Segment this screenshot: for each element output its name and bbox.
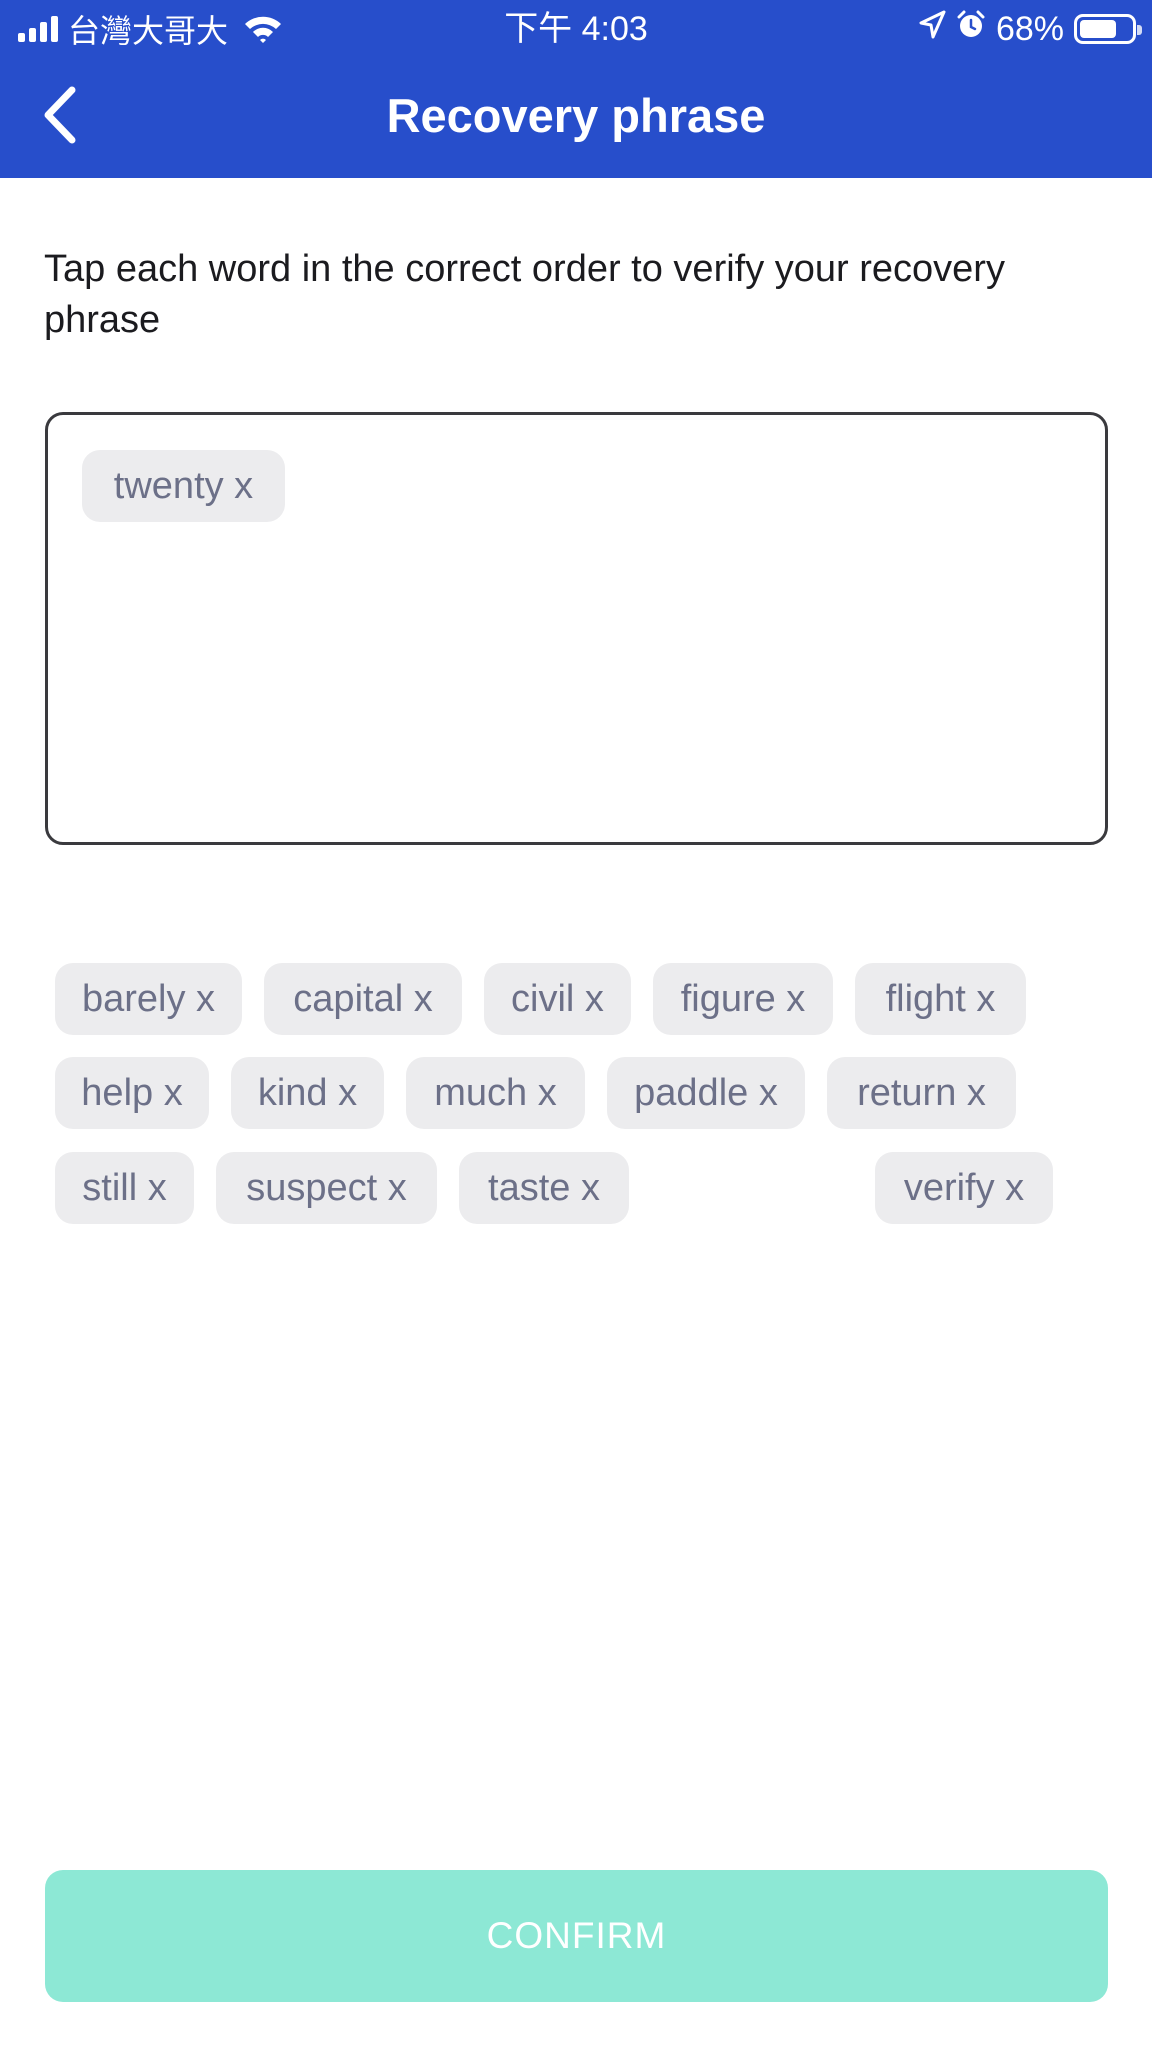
location-arrow-icon (918, 10, 946, 49)
word-chip[interactable]: still x (55, 1152, 194, 1224)
instructions-text: Tap each word in the correct order to ve… (44, 248, 1005, 341)
battery-icon (1074, 14, 1142, 44)
status-right: 68% (918, 8, 1142, 50)
confirm-button[interactable]: CONFIRM (45, 1870, 1108, 2002)
word-chip[interactable]: verify x (875, 1152, 1053, 1224)
alarm-icon (956, 10, 986, 49)
battery-percent: 68% (995, 9, 1064, 48)
page-title: Recovery phrase (386, 89, 766, 142)
selected-words-box[interactable]: twenty x (45, 412, 1108, 845)
word-chip[interactable]: help x (55, 1057, 209, 1129)
status-bar: 台灣大哥大 下午 4:03 68% (0, 0, 1152, 58)
app-header: 台灣大哥大 下午 4:03 68% Recovery phrase (0, 0, 1152, 178)
word-chip[interactable]: kind x (231, 1057, 384, 1129)
word-chip[interactable]: much x (406, 1057, 585, 1129)
word-chip[interactable]: suspect x (216, 1152, 437, 1224)
selected-word-chip[interactable]: twenty x (82, 450, 285, 522)
word-chip[interactable]: capital x (264, 963, 462, 1035)
word-chip[interactable]: flight x (855, 963, 1026, 1035)
word-chip[interactable]: taste x (459, 1152, 629, 1224)
word-chip[interactable]: paddle x (607, 1057, 805, 1129)
word-chip[interactable]: civil x (484, 963, 631, 1035)
word-chip[interactable]: return x (827, 1057, 1016, 1129)
word-chip[interactable]: figure x (653, 963, 833, 1035)
word-chip[interactable]: barely x (55, 963, 242, 1035)
